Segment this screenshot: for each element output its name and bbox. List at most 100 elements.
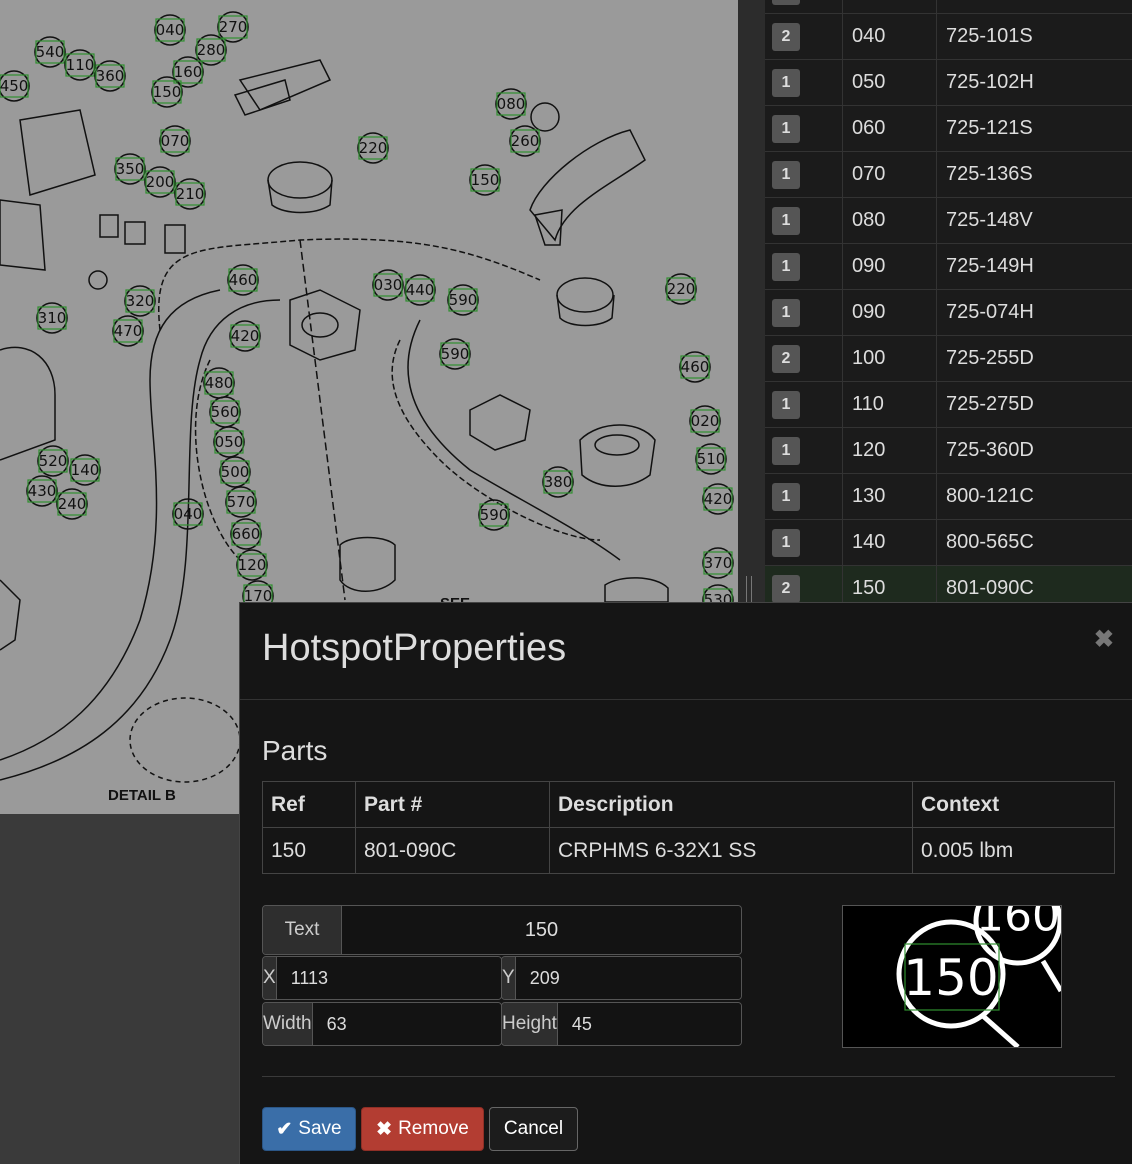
callout-label: 420 [704, 490, 733, 508]
width-field-group: Width [262, 1002, 502, 1046]
hotspot-callout[interactable]: 200 [144, 166, 176, 198]
part-number-cell: 725-136S [946, 163, 1033, 185]
hotspot-callout[interactable]: 310 [36, 302, 68, 334]
hotspot-callout[interactable]: 150 [151, 76, 183, 108]
hotspot-callout[interactable]: 590 [478, 499, 510, 531]
parts-list-table[interactable]: 2 040 725-101S 1 050 725-102H 1 060 725-121S 1 070… [765, 0, 1132, 602]
remove-button[interactable]: ✖ Remove [361, 1107, 484, 1151]
list-item[interactable]: 2 100 725-255D [765, 336, 1132, 382]
list-item[interactable] [765, 0, 1132, 14]
list-item[interactable]: 1 130 800-121C [765, 474, 1132, 520]
hotspot-callout[interactable]: 440 [404, 274, 436, 306]
hotspot-callout[interactable]: 420 [702, 483, 734, 515]
height-input[interactable] [557, 1003, 741, 1045]
pane-splitter[interactable] [738, 0, 765, 602]
list-item[interactable]: 1 110 725-275D [765, 382, 1132, 428]
list-item[interactable]: 2 040 725-101S [765, 14, 1132, 60]
close-icon[interactable]: ✖ [1094, 625, 1114, 654]
hotspot-callout[interactable]: 510 [695, 443, 727, 475]
hotspot-callout[interactable]: 030 [372, 269, 404, 301]
hotspot-callout[interactable]: 370 [702, 547, 734, 579]
hotspot-callout[interactable]: 590 [447, 284, 479, 316]
hotspot-callout[interactable]: 540 [34, 36, 66, 68]
list-item[interactable]: 2 150 801-090C [765, 566, 1132, 602]
list-item[interactable]: 1 050 725-102H [765, 60, 1132, 106]
table-row[interactable]: 150 801-090C CRPHMS 6-32X1 SS 0.005 lbm [262, 827, 1115, 874]
list-item[interactable]: 1 070 725-136S [765, 152, 1132, 198]
callout-label: 220 [667, 280, 696, 298]
list-item[interactable]: 1 080 725-148V [765, 198, 1132, 244]
y-field-group: Y [501, 956, 742, 1000]
hotspot-callout[interactable]: 240 [56, 488, 88, 520]
hotspot-callout[interactable]: 560 [209, 396, 241, 428]
ref-cell: 060 [843, 106, 937, 151]
hotspot-callout[interactable]: 140 [69, 454, 101, 486]
hotspot-callout[interactable]: 500 [219, 456, 251, 488]
callout-label: 460 [681, 358, 710, 376]
qty-badge: 1 [772, 114, 800, 143]
hotspot-callout[interactable]: 660 [230, 518, 262, 550]
list-item[interactable]: 1 140 800-565C [765, 520, 1132, 566]
ref-cell: 100 [843, 336, 937, 381]
hotspot-callout[interactable]: 050 [213, 426, 245, 458]
cancel-button[interactable]: Cancel [489, 1107, 578, 1151]
save-button[interactable]: ✔ Save [262, 1107, 356, 1151]
hotspot-callout[interactable]: 360 [94, 60, 126, 92]
hotspot-callout[interactable]: 040 [172, 498, 204, 530]
callout-label: 020 [691, 412, 720, 430]
list-item[interactable]: 1 090 725-149H [765, 244, 1132, 290]
hotspot-callout[interactable]: 270 [217, 11, 249, 43]
hotspot-callout[interactable]: 080 [495, 88, 527, 120]
hotspot-callout[interactable]: 430 [26, 475, 58, 507]
cell-ref: 150 [262, 827, 356, 874]
hotspot-callout[interactable]: 520 [37, 445, 69, 477]
hotspot-callouts[interactable]: 040 270 280 160 150 540110360 450 070 350200210 2… [0, 11, 734, 616]
hotspot-callout[interactable]: 220 [357, 132, 389, 164]
hotspot-callout[interactable]: 260 [509, 125, 541, 157]
hotspot-callout[interactable]: 320 [124, 285, 156, 317]
hotspot-callout[interactable]: 020 [689, 405, 721, 437]
x-input[interactable] [276, 957, 501, 999]
hotspot-callout[interactable]: 350 [114, 153, 146, 185]
list-item[interactable]: 1 060 725-121S [765, 106, 1132, 152]
text-input[interactable] [342, 906, 741, 954]
qty-badge: 1 [772, 206, 800, 235]
qty-badge: 1 [772, 528, 800, 557]
hotspot-callout[interactable]: 450 [0, 70, 30, 102]
qty-badge [772, 0, 800, 5]
callout-label: 070 [161, 132, 190, 150]
splitter-grip-icon[interactable] [746, 576, 752, 602]
qty-cell: 1 [765, 152, 843, 197]
hotspot-callout[interactable]: 470 [112, 315, 144, 347]
hotspot-callout[interactable]: 420 [229, 320, 261, 352]
hotspot-callout[interactable]: 110 [64, 49, 96, 81]
callout-label: 030 [374, 276, 403, 294]
callout-label: 240 [58, 495, 87, 513]
hotspot-callout[interactable]: 570 [225, 486, 257, 518]
hotspot-callout[interactable]: 210 [174, 178, 206, 210]
hotspot-callout[interactable]: 480 [203, 367, 235, 399]
width-input[interactable] [312, 1003, 501, 1045]
hotspot-callout[interactable]: 040 [154, 14, 186, 46]
ref-cell: 110 [843, 382, 937, 427]
x-icon: ✖ [376, 1118, 393, 1140]
hotspot-callout[interactable]: 460 [227, 264, 259, 296]
hotspot-callout[interactable]: 150 [469, 164, 501, 196]
list-item[interactable]: 1 120 725-360D [765, 428, 1132, 474]
hotspot-callout[interactable]: 220 [665, 273, 697, 305]
part-number-cell: 801-090C [946, 577, 1034, 599]
hotspot-callout[interactable]: 380 [542, 466, 574, 498]
ref-cell: 050 [843, 60, 937, 105]
part-number-cell: 725-101S [946, 25, 1033, 47]
qty-cell: 1 [765, 428, 843, 473]
ref-cell: 150 [843, 566, 937, 602]
list-item[interactable]: 1 090 725-074H [765, 290, 1132, 336]
hotspot-callout[interactable]: 460 [679, 351, 711, 383]
callout-label: 320 [126, 292, 155, 310]
hotspot-callout[interactable]: 120 [236, 549, 268, 581]
y-input[interactable] [515, 957, 741, 999]
hotspot-parts-table: Ref Part # Description Context 150 801-0… [262, 781, 1115, 874]
hotspot-callout[interactable]: 590 [439, 338, 471, 370]
hotspot-callout[interactable]: 070 [159, 125, 191, 157]
qty-badge: 1 [772, 298, 800, 327]
